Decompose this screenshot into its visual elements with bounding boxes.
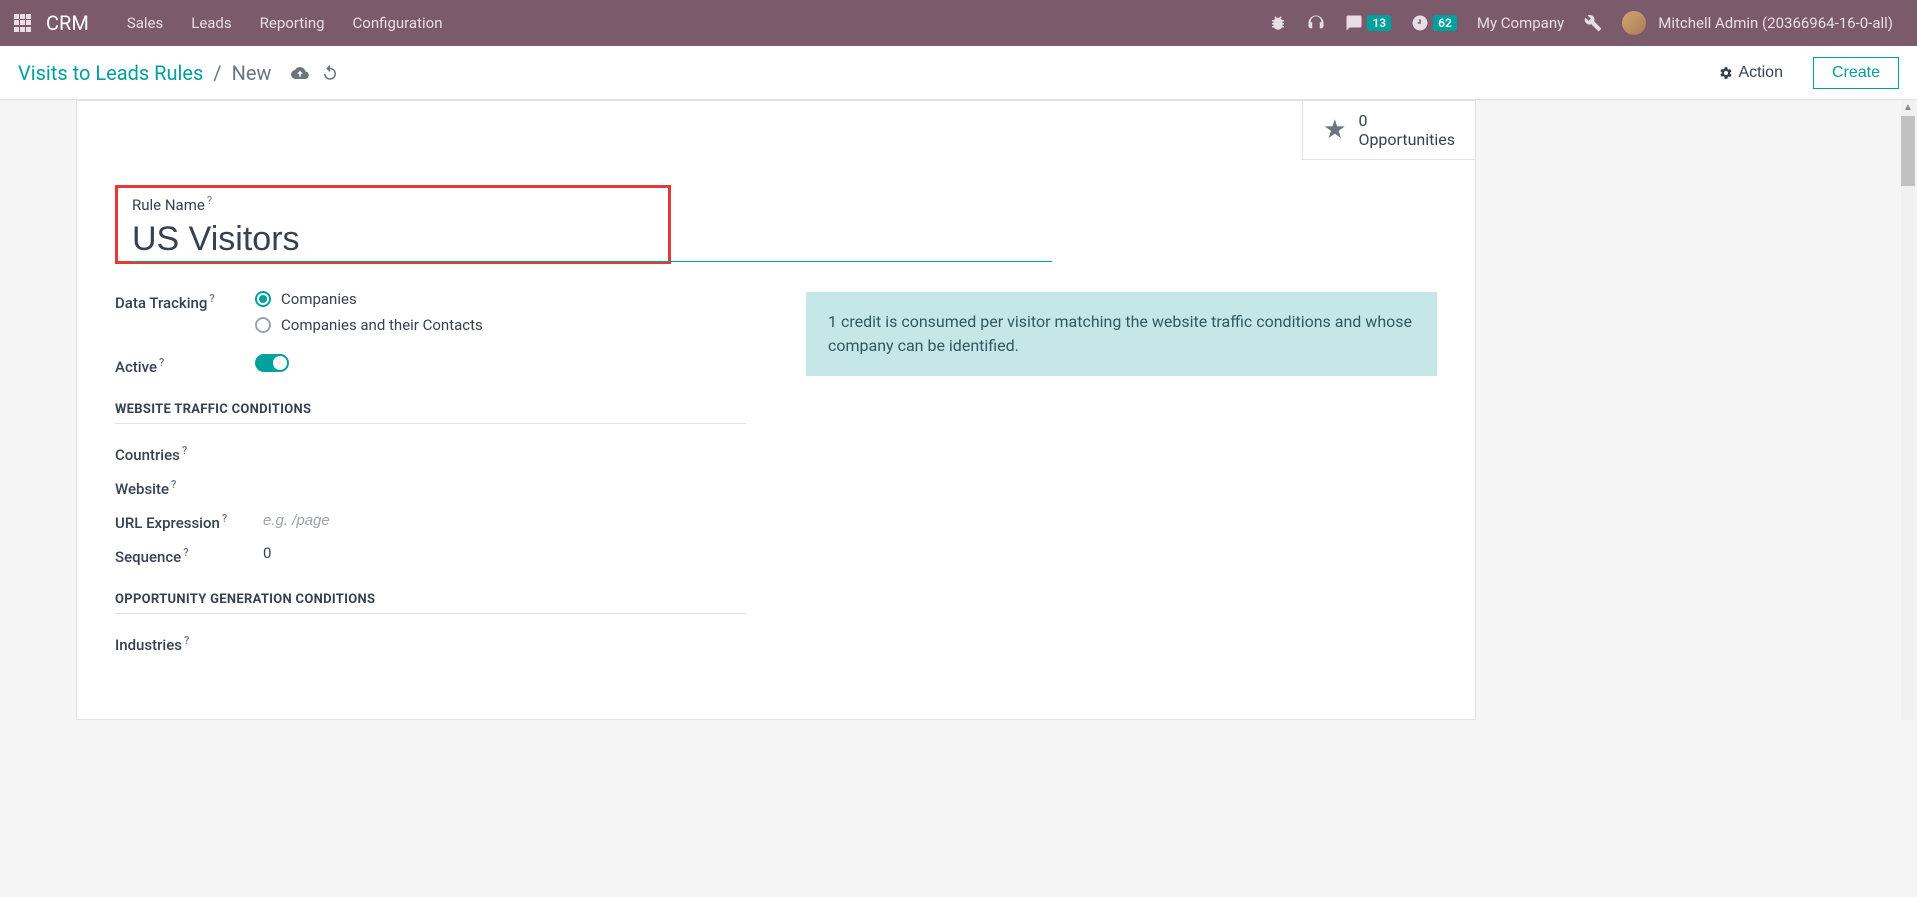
countries-label: Countries? bbox=[115, 442, 255, 464]
stat-label: Opportunities bbox=[1358, 130, 1455, 149]
menu-reporting[interactable]: Reporting bbox=[246, 14, 339, 32]
help-icon[interactable]: ? bbox=[222, 512, 227, 525]
control-bar: Visits to Leads Rules / New Action Creat… bbox=[0, 46, 1917, 100]
sequence-value[interactable]: 0 bbox=[255, 544, 271, 562]
top-navbar: CRM Sales Leads Reporting Configuration … bbox=[0, 0, 1917, 46]
industries-label: Industries? bbox=[115, 632, 255, 654]
user-name: Mitchell Admin (20366964-16-0-all) bbox=[1658, 14, 1893, 32]
scrollbar-thumb[interactable] bbox=[1901, 116, 1915, 186]
radio-companies-contacts[interactable]: Companies and their Contacts bbox=[255, 316, 746, 334]
url-expression-label: URL Expression? bbox=[115, 510, 255, 532]
section-traffic-header: WEBSITE TRAFFIC CONDITIONS bbox=[115, 402, 746, 424]
data-tracking-label: Data Tracking? bbox=[115, 290, 255, 312]
help-icon[interactable]: ? bbox=[183, 546, 188, 559]
website-label: Website? bbox=[115, 476, 255, 498]
rule-name-input[interactable] bbox=[132, 218, 1052, 262]
support-icon[interactable] bbox=[1297, 14, 1335, 32]
breadcrumb: Visits to Leads Rules / New bbox=[18, 61, 339, 85]
main-content: ★ 0 Opportunities Rule Name? Data Tracki… bbox=[0, 100, 1917, 720]
scrollbar-track[interactable] bbox=[1901, 100, 1915, 720]
form-sheet: ★ 0 Opportunities Rule Name? Data Tracki… bbox=[76, 100, 1476, 720]
breadcrumb-root[interactable]: Visits to Leads Rules bbox=[18, 61, 203, 85]
create-button[interactable]: Create bbox=[1813, 57, 1899, 89]
gear-icon bbox=[1719, 66, 1733, 80]
radio-icon bbox=[255, 317, 271, 333]
active-label: Active? bbox=[115, 354, 255, 376]
section-opportunity-header: OPPORTUNITY GENERATION CONDITIONS bbox=[115, 592, 746, 614]
activities-badge: 62 bbox=[1433, 15, 1457, 31]
help-icon[interactable]: ? bbox=[182, 444, 187, 457]
menu-leads[interactable]: Leads bbox=[177, 14, 245, 32]
active-toggle[interactable] bbox=[255, 354, 289, 372]
messages-badge: 13 bbox=[1367, 15, 1391, 31]
help-icon[interactable]: ? bbox=[209, 292, 214, 305]
help-icon[interactable]: ? bbox=[159, 356, 164, 369]
action-label: Action bbox=[1739, 64, 1783, 82]
user-menu[interactable]: Mitchell Admin (20366964-16-0-all) bbox=[1612, 11, 1903, 35]
sequence-label: Sequence? bbox=[115, 544, 255, 566]
app-brand[interactable]: CRM bbox=[46, 11, 89, 35]
stat-count: 0 bbox=[1358, 111, 1455, 130]
rule-name-block: Rule Name? bbox=[115, 185, 671, 264]
url-expression-input[interactable] bbox=[255, 510, 746, 531]
breadcrumb-sep: / bbox=[213, 61, 221, 85]
debug-icon[interactable] bbox=[1259, 14, 1297, 32]
radio-icon bbox=[255, 291, 271, 307]
menu-configuration[interactable]: Configuration bbox=[339, 14, 457, 32]
unsaved-icon[interactable] bbox=[291, 64, 309, 82]
discard-icon[interactable] bbox=[321, 64, 339, 82]
info-box: 1 credit is consumed per visitor matchin… bbox=[806, 292, 1437, 376]
scroll-up-icon[interactable]: ▲ bbox=[1901, 100, 1915, 114]
breadcrumb-current: New bbox=[232, 61, 272, 85]
help-icon[interactable]: ? bbox=[171, 478, 176, 491]
activities-icon[interactable]: 62 bbox=[1401, 14, 1467, 32]
avatar bbox=[1622, 11, 1646, 35]
rule-name-label: Rule Name? bbox=[132, 194, 654, 214]
menu-sales[interactable]: Sales bbox=[113, 14, 177, 32]
tools-icon[interactable] bbox=[1574, 14, 1612, 32]
help-icon[interactable]: ? bbox=[184, 634, 189, 647]
messages-icon[interactable]: 13 bbox=[1335, 14, 1401, 32]
apps-icon[interactable] bbox=[14, 14, 32, 32]
action-button[interactable]: Action bbox=[1707, 58, 1795, 88]
help-icon[interactable]: ? bbox=[207, 194, 212, 207]
company-switcher[interactable]: My Company bbox=[1467, 14, 1574, 32]
radio-companies[interactable]: Companies bbox=[255, 290, 746, 308]
star-icon: ★ bbox=[1323, 115, 1346, 145]
stat-opportunities[interactable]: ★ 0 Opportunities bbox=[1302, 101, 1475, 160]
